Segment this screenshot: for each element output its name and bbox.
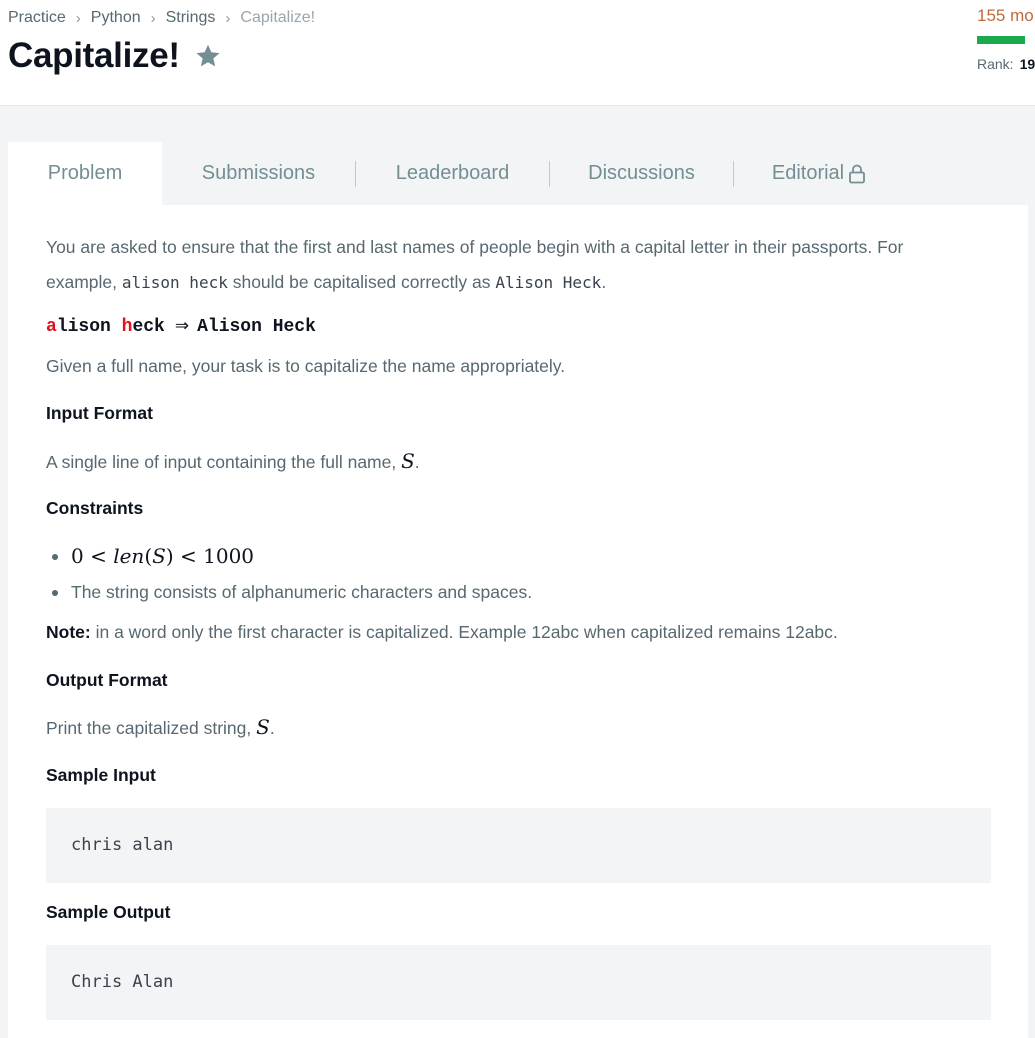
punctuation: .	[269, 718, 275, 738]
tab-label: Discussions	[588, 162, 695, 184]
constraint-item: 0 < len(S) < 1000	[46, 538, 991, 575]
example-result: Alison Heck	[197, 317, 316, 337]
note-label: Note:	[46, 622, 91, 642]
rank-value: 19	[1019, 56, 1035, 72]
intro-text: should be capitalised correctly as	[227, 272, 496, 292]
page-header: Practice › Python › Strings › Capitalize…	[0, 0, 1035, 106]
breadcrumb-strings[interactable]: Strings	[166, 9, 216, 27]
title-row: Capitalize!	[8, 32, 222, 80]
inline-code-input: alison heck	[121, 273, 228, 292]
constraints-list: 0 < len(S) < 1000 The string consists of…	[46, 538, 991, 610]
tab-label: Problem	[47, 162, 123, 184]
chevron-right-icon: ›	[225, 9, 231, 27]
rank-row: Rank: 19	[977, 56, 1035, 72]
progress-area: 155 mo Rank: 19	[977, 6, 1035, 76]
constraint-item: The string consists of alphanumeric char…	[46, 575, 991, 610]
input-format-text: A single line of input containing the fu…	[46, 444, 420, 480]
sample-input-heading: Sample Input	[46, 765, 156, 785]
chevron-right-icon: ›	[75, 9, 81, 27]
sample-input-box[interactable]: chris alan	[46, 808, 991, 883]
punctuation: .	[414, 452, 420, 472]
tab-editorial[interactable]: Editorial	[734, 142, 904, 205]
sample-output-box[interactable]: Chris Alan	[46, 945, 991, 1020]
example-text: lison	[56, 317, 122, 337]
input-format-heading: Input Format	[46, 403, 153, 423]
lock-icon	[848, 164, 866, 184]
inline-code-output: Alison Heck	[495, 273, 602, 292]
breadcrumb: Practice › Python › Strings › Capitalize…	[8, 8, 315, 28]
math-text: (	[144, 544, 153, 568]
tab-label: Editorial	[771, 162, 845, 184]
math-var-s: S	[401, 449, 415, 473]
output-format-heading: Output Format	[46, 670, 168, 690]
constraints-heading: Constraints	[46, 498, 144, 518]
task-text: Given a full name, your task is to capit…	[46, 356, 566, 376]
problem-tabs: Problem Submissions Leaderboard Discussi…	[8, 142, 1028, 205]
example-highlight: h	[121, 317, 133, 337]
sample-output-heading: Sample Output	[46, 902, 171, 922]
page-title: Capitalize!	[8, 36, 180, 75]
math-var-s: S	[256, 715, 270, 739]
problem-panel: You are asked to ensure that the first a…	[8, 205, 1028, 1038]
math-text: 0 <	[71, 544, 114, 568]
math-fn: len	[113, 544, 145, 568]
breadcrumb-practice[interactable]: Practice	[8, 9, 66, 27]
chevron-right-icon: ›	[150, 9, 156, 27]
note-body: in a word only the first character is ca…	[90, 622, 838, 642]
tab-leaderboard[interactable]: Leaderboard	[356, 142, 549, 205]
tab-problem[interactable]: Problem	[8, 142, 162, 205]
math-var-s: S	[152, 544, 166, 568]
tab-label: Leaderboard	[395, 162, 510, 184]
intro-text: example,	[46, 272, 122, 292]
output-format-text: Print the capitalized string, S.	[46, 710, 275, 746]
intro-line-1: You are asked to ensure that the first a…	[46, 237, 904, 257]
input-format-desc: A single line of input containing the fu…	[46, 452, 402, 472]
math-text: )	[165, 544, 174, 568]
math-text: < 1000	[173, 544, 255, 568]
example-highlight: a	[46, 317, 57, 337]
tab-discussions[interactable]: Discussions	[550, 142, 733, 205]
breadcrumb-python[interactable]: Python	[91, 9, 141, 27]
breadcrumb-current: Capitalize!	[240, 9, 316, 26]
progress-bar	[977, 36, 1025, 44]
example-text: eck	[132, 317, 165, 337]
note-text: Note: in a word only the first character…	[46, 615, 838, 650]
example-transformation: alison heck ⇒ Alison Heck	[46, 313, 316, 340]
tab-label: Submissions	[201, 162, 316, 184]
progress-points: 155 mo	[977, 6, 1034, 25]
intro-text: .	[601, 272, 607, 292]
arrow-icon: ⇒	[174, 316, 190, 336]
output-format-desc: Print the capitalized string,	[46, 718, 257, 738]
rank-label: Rank:	[977, 56, 1014, 72]
star-icon[interactable]	[194, 42, 222, 70]
intro-line-2: example, alison heck should be capitalis…	[46, 265, 606, 300]
progress-fill	[977, 36, 1025, 44]
tab-submissions[interactable]: Submissions	[162, 142, 355, 205]
